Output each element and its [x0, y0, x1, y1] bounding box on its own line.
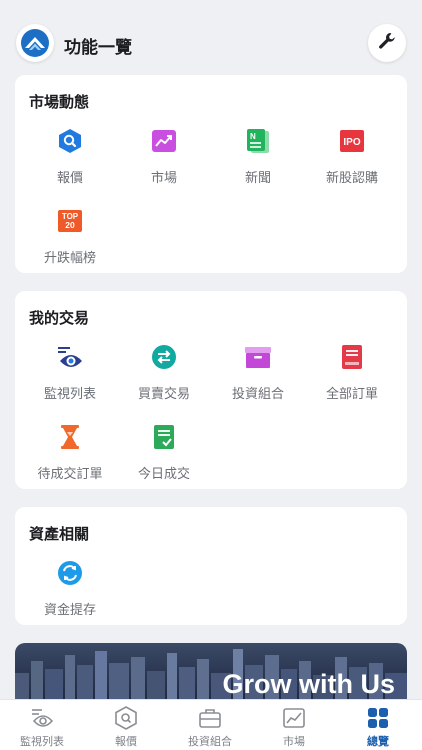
grid-icon [365, 705, 391, 731]
tab-label-quote: 報價 [115, 735, 137, 748]
news-item[interactable]: N 新聞 [208, 127, 308, 187]
tab-quote[interactable]: 報價 [84, 700, 168, 750]
tab-market[interactable]: 市場 [252, 700, 336, 750]
section-title-market: 市場動態 [29, 93, 90, 111]
news-label: 新聞 [244, 171, 271, 186]
bottom-tab-bar: 監視列表 報價 投資組合 市場 總覽 [0, 699, 422, 750]
funds-transfer-label: 資金提存 [43, 603, 96, 618]
market-item[interactable]: 市場 [114, 127, 214, 187]
top-movers-item[interactable]: TOP 20 升跌幅榜 [20, 207, 120, 267]
today-trades-item[interactable]: 今日成交 [114, 423, 214, 483]
briefcase-icon [197, 705, 223, 731]
page-header: 功能一覽 [0, 22, 422, 66]
quote-search-icon [56, 127, 84, 155]
wrench-icon [377, 31, 397, 55]
funds-exchange-icon [56, 559, 84, 587]
app-logo [16, 24, 54, 62]
trading-section-card: 我的交易 監視列表 買賣交易 投資組合 全部訂單 待成交訂單 今日成交 [15, 291, 407, 489]
funds-transfer-item[interactable]: 資金提存 [20, 559, 120, 619]
all-orders-item[interactable]: 全部訂單 [302, 343, 402, 403]
portfolio-box-icon [244, 343, 272, 371]
page-title: 功能一覽 [64, 38, 132, 58]
market-label: 市場 [150, 171, 177, 186]
quote-tab-icon [113, 705, 139, 731]
trend-chart-icon [150, 127, 178, 155]
svg-text:IPO: IPO [343, 137, 360, 148]
portfolio-label: 投資組合 [231, 387, 284, 402]
quote-item[interactable]: 報價 [20, 127, 120, 187]
tab-label-overview: 總覽 [367, 735, 389, 748]
top-movers-label: 升跌幅榜 [43, 251, 96, 266]
ipo-icon: IPO [338, 127, 366, 155]
assets-section-card: 資產相關 資金提存 [15, 507, 407, 625]
orders-book-icon [338, 343, 366, 371]
watchlist-tab-icon [29, 705, 55, 731]
ipo-label: 新股認購 [325, 171, 378, 186]
settings-tool-button[interactable] [368, 24, 406, 62]
checklist-icon [150, 423, 178, 451]
portfolio-item[interactable]: 投資組合 [208, 343, 308, 403]
ipo-item[interactable]: IPO 新股認購 [302, 127, 402, 187]
trade-item[interactable]: 買賣交易 [114, 343, 214, 403]
exchange-arrows-icon [150, 343, 178, 371]
top20-icon: TOP 20 [56, 207, 84, 235]
tab-overview[interactable]: 總覽 [336, 700, 420, 750]
quote-label: 報價 [56, 171, 83, 186]
watchlist-label: 監視列表 [43, 387, 96, 402]
watchlist-item[interactable]: 監視列表 [20, 343, 120, 403]
tab-watchlist[interactable]: 監視列表 [0, 700, 84, 750]
market-section-card: 市場動態 報價 市場 N 新聞 IPO 新股認購 TOP 20 升跌幅榜 [15, 75, 407, 273]
tab-label-market: 市場 [283, 735, 305, 748]
section-title-trading: 我的交易 [29, 309, 90, 327]
svg-text:N: N [250, 132, 256, 141]
promo-banner[interactable]: Grow with Us [15, 643, 407, 703]
newspaper-icon: N [244, 127, 272, 155]
banner-headline: Grow with Us [222, 669, 395, 699]
pending-orders-item[interactable]: 待成交訂單 [20, 423, 120, 483]
svg-text:20: 20 [65, 220, 75, 230]
all-orders-label: 全部訂單 [325, 387, 378, 402]
tab-label-watchlist: 監視列表 [20, 735, 64, 748]
tab-label-portfolio: 投資組合 [188, 735, 232, 748]
market-chart-icon [281, 705, 307, 731]
trade-label: 買賣交易 [137, 387, 190, 402]
pending-orders-label: 待成交訂單 [37, 467, 103, 482]
watchlist-eye-icon [56, 343, 84, 371]
hourglass-icon [56, 423, 84, 451]
today-trades-label: 今日成交 [137, 467, 190, 482]
tab-portfolio[interactable]: 投資組合 [168, 700, 252, 750]
section-title-assets: 資產相關 [29, 525, 90, 543]
